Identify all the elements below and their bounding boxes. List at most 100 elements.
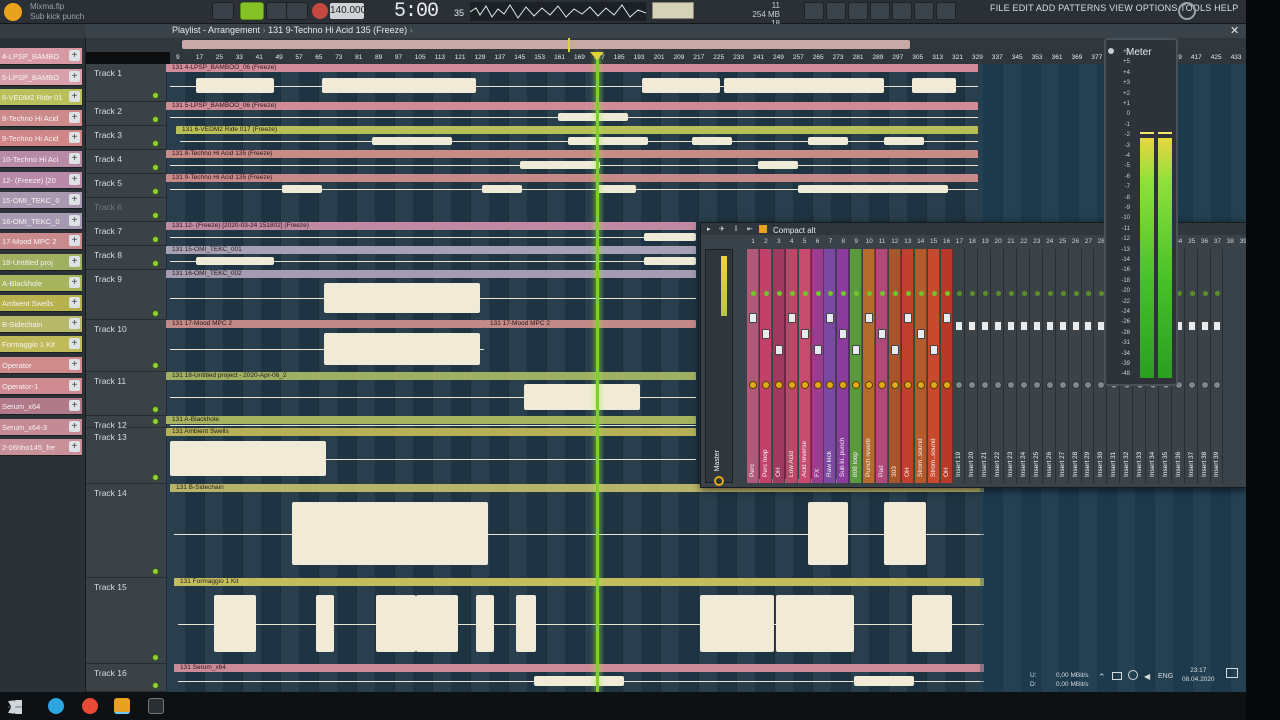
channel-mute-led-icon[interactable] [751,291,756,296]
playlist-clip[interactable]: 131 17-Mood MPC 2 [166,320,484,370]
playlist-clip[interactable]: 131 Serum_x64 [174,664,984,690]
browser-item[interactable]: Serum_x64-3 + [0,418,82,436]
track-header[interactable]: Track 1 [86,64,166,102]
mixer-layout-icon[interactable] [759,225,767,233]
add-icon[interactable]: + [69,111,80,123]
channel-fader[interactable] [981,321,990,331]
pan-knob-icon[interactable] [852,381,861,389]
channel-mute-led-icon[interactable] [1073,291,1079,296]
mixer-channel[interactable]: Punch reverb [863,249,876,483]
channel-mute-led-icon[interactable] [931,291,937,296]
track-header[interactable]: Track 13 [86,428,166,484]
clip-title-bar[interactable]: 131 17-Mood MPC 2 [166,320,484,328]
channel-rack-icon[interactable] [848,2,868,20]
track-mute-led-icon[interactable] [152,260,159,267]
browser-item[interactable]: 12- (Freeze) [20 + [0,171,82,189]
track-header[interactable]: Track 4 [86,150,166,174]
loop-marker[interactable] [568,38,570,52]
mixer-channel[interactable]: FX [811,249,824,483]
add-icon[interactable]: + [69,400,80,412]
playlist-clip[interactable]: 131 15-OMI_TEKC_001 [166,246,696,268]
pan-knob-icon[interactable] [890,381,899,389]
channel-mute-led-icon[interactable] [892,291,898,296]
mixer-lock-icon[interactable]: ⇩ [733,225,739,233]
add-icon[interactable]: + [69,214,80,226]
channel-fader[interactable] [749,313,757,323]
channel-fader[interactable] [761,329,770,339]
channel-fader[interactable] [1007,321,1015,331]
browser-item[interactable]: B-Sidechain + [0,315,82,333]
snap-icon[interactable] [936,2,956,20]
add-icon[interactable]: + [69,132,80,144]
clip-title-bar[interactable]: 131 18-Untitled project - 2020-Apr-06_2 [166,372,696,380]
track-mute-led-icon[interactable] [152,418,159,425]
add-icon[interactable]: + [69,235,80,247]
add-icon[interactable]: + [69,173,80,185]
record-button[interactable] [312,3,328,19]
pan-knob-icon[interactable] [839,381,848,389]
playlist-clip[interactable]: 131 B-Sidechain [170,484,984,576]
channel-fader[interactable] [890,345,899,355]
browser-item[interactable]: Ambient Swells + [0,295,82,313]
mixer-menu-arrow-icon[interactable]: ▸ [707,225,711,233]
pan-knob-icon[interactable] [916,381,925,389]
mixer-channel[interactable]: Insert 29 [1082,249,1095,483]
mixer-channel[interactable]: Insert 20 [966,249,979,483]
channel-mute-led-icon[interactable] [1060,291,1066,296]
channel-mute-led-icon[interactable] [944,291,950,296]
browser-item[interactable]: 4-LPSP_BAMBO + [0,48,82,65]
pan-knob-icon[interactable] [955,381,964,389]
ableton-live-icon[interactable] [148,698,164,714]
fl-studio-taskbar-icon[interactable] [114,698,130,714]
mixer-channel[interactable]: Insert 27 [1056,249,1069,483]
channel-fader[interactable] [942,313,951,323]
channel-fader[interactable] [1187,321,1196,331]
playlist-clip[interactable]: 131 8-Techno Hi Acid 135 (Freeze) [166,150,978,172]
pan-knob-icon[interactable] [1007,381,1015,389]
playlist-clip[interactable]: 131 6-VEDM2 Ride 017 (Freeze) [176,126,978,148]
track-mute-led-icon[interactable] [152,310,159,317]
track-header[interactable]: Track 5 [86,174,166,198]
channel-mute-led-icon[interactable] [867,291,873,296]
mixer-channel[interactable]: Insert 19 [953,249,966,483]
network-icon[interactable] [1112,672,1122,680]
add-icon[interactable]: + [69,420,80,432]
channel-mute-led-icon[interactable] [957,291,963,296]
browser-item[interactable]: 2-06hho145_fre + [0,439,82,457]
channel-fader[interactable] [1019,321,1028,331]
clip-title-bar[interactable]: 131 Serum_x64 [174,664,984,672]
piano-roll-icon[interactable] [826,2,846,20]
browser-icon[interactable] [914,2,934,20]
track-mute-led-icon[interactable] [152,164,159,171]
clip-title-bar[interactable]: 131 5-LPSP_BAMBOO_06 (Freeze) [166,102,978,110]
clip-title-bar[interactable]: 131 9-Techno Hi Acid 135 (Freeze) [166,174,978,182]
channel-mute-led-icon[interactable] [1009,291,1014,296]
playlist-clip[interactable]: 131 5-LPSP_BAMBOO_06 (Freeze) [166,102,978,124]
wifi-icon[interactable] [1128,670,1138,680]
pan-knob-icon[interactable] [878,381,886,389]
volume-icon[interactable]: ◀ [1144,672,1150,681]
song-time-display[interactable]: 5:00 [394,0,439,23]
mixer-preset-name[interactable]: Compact alt [773,226,816,235]
track-mute-led-icon[interactable] [152,236,159,243]
add-icon[interactable]: + [69,338,80,350]
mixer-channel[interactable]: Insert 24 [1017,249,1030,483]
channel-fader[interactable] [1071,321,1080,331]
add-icon[interactable]: + [69,359,80,370]
pan-knob-icon[interactable] [749,381,757,389]
track-header[interactable]: Track 11 [86,372,166,416]
mixer-channel[interactable]: Perc [747,249,759,483]
pan-knob-icon[interactable] [903,381,912,389]
browser-item[interactable]: 10-Techno Hi Aci + [0,151,82,168]
scrollbar-horizontal[interactable] [182,40,910,49]
channel-mute-led-icon[interactable] [905,291,911,296]
track-mute-led-icon[interactable] [152,140,159,147]
browser-item[interactable]: 9-Techno Hi Acid + [0,130,82,148]
tray-chevron-icon[interactable]: ⌃ [1098,672,1106,683]
channel-fader[interactable] [1200,321,1209,331]
channel-mute-led-icon[interactable] [789,291,795,296]
browser-item[interactable]: 18-Untitled proj + [0,254,82,271]
playlist-clip[interactable]: 131 Formaggio 1 Kit [174,578,984,662]
browser-item[interactable]: 5-LPSP_BAMBO + [0,68,82,86]
channel-mute-led-icon[interactable] [1086,291,1092,296]
